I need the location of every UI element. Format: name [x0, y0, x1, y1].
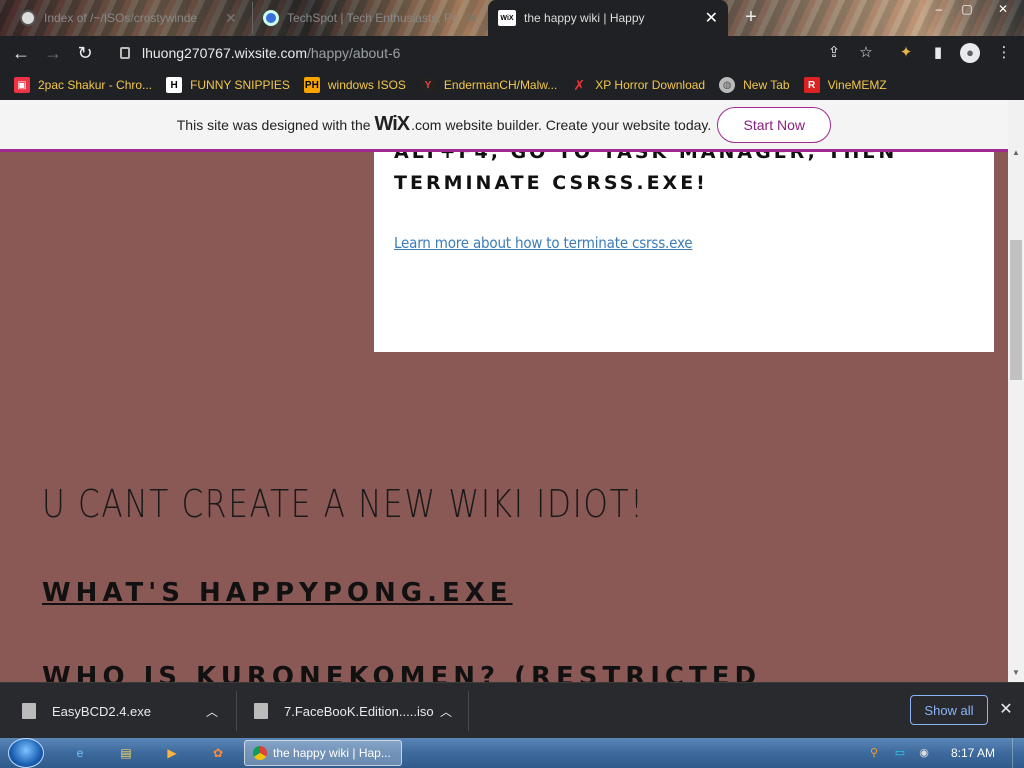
bookmark-label: EndermanCH/Malw... [443, 78, 558, 92]
bookmark-label: FUNNY SNIPPIES [190, 78, 290, 92]
bookmark-label: New Tab [743, 78, 790, 92]
bookmark-vinememz[interactable]: R VineMEMZ [803, 77, 887, 93]
download-filename: 7.FaceBooK.Edition.....iso [284, 703, 434, 719]
tab-title: Index of /~/ISOs/crostywinde [44, 11, 198, 25]
bookmark-x-icon: ✗ [573, 76, 586, 93]
chevron-up-icon[interactable]: ︿ [206, 703, 218, 720]
file-iso-icon [254, 703, 268, 719]
browser-toolbar: ← → ↻ lhuong270767.wixsite.com/happy/abo… [0, 36, 1024, 70]
page-heading-wiki: U CANT CREATE A NEW WIKI IDIOT! [42, 482, 645, 526]
tab-strip: Index of /~/ISOs/crostywinde ✕ TechSpot … [0, 0, 1024, 36]
tab-favicon-icon [263, 10, 279, 26]
start-now-button[interactable]: Start Now [717, 106, 832, 143]
tab-isos[interactable]: Index of /~/ISOs/crostywinde ✕ [10, 2, 250, 34]
tab-techspot[interactable]: TechSpot | Tech Enthusiasts, Po... ✕ [252, 2, 488, 34]
bookmark-label: XP Horror Download [595, 78, 706, 92]
address-bar[interactable]: lhuong270767.wixsite.com/happy/about-6 [108, 39, 884, 67]
scrollbar-thumb[interactable] [1010, 240, 1022, 380]
happypong-link[interactable]: WHAT'S HAPPYPONG.EXE [42, 578, 513, 608]
start-button[interactable] [8, 738, 44, 768]
download-item[interactable]: 7.FaceBooK.Edition.....iso ︿ [254, 683, 464, 739]
tab-close-icon[interactable]: ✕ [225, 10, 237, 27]
tray-search-icon[interactable]: ⚲ [866, 745, 882, 761]
url-path: /happy/about-6 [307, 45, 401, 61]
close-window-button[interactable]: ✕ [985, 0, 1021, 18]
bookmark-star-icon[interactable]: ☆ [856, 43, 876, 63]
divider [468, 691, 469, 731]
show-all-button[interactable]: Show all [910, 695, 988, 725]
bookmark-windows-isos[interactable]: PH windows ISOS [303, 77, 406, 93]
reload-button[interactable]: ↻ [72, 41, 98, 65]
windows-taskbar: e ▤ ▶ ✿ the happy wiki | Hap... ⚲ ▭ ◉ 8:… [0, 738, 1024, 768]
bookmark-2pac[interactable]: ▣ 2pac Shakur - Chro... [14, 77, 152, 93]
profile-avatar-icon[interactable]: ● [960, 43, 980, 63]
bookmark-y-icon: Y [419, 77, 436, 93]
bookmark-label: windows ISOS [327, 78, 406, 92]
download-filename: EasyBCD2.4.exe [52, 703, 151, 719]
bookmark-funny-snippies[interactable]: H FUNNY SNIPPIES [166, 77, 290, 93]
wix-banner-text-after: .com website builder. Create your websit… [411, 116, 712, 133]
bookmark-r-icon: R [803, 77, 820, 93]
chrome-icon [253, 746, 267, 760]
bookmark-label: VineMEMZ [827, 78, 887, 92]
tab-favicon-icon [20, 10, 36, 26]
wix-favicon-icon: WiX [498, 10, 516, 26]
tab-close-icon[interactable]: ✕ [705, 8, 718, 28]
bookmarks-bar: ▣ 2pac Shakur - Chro... H FUNNY SNIPPIES… [0, 70, 1024, 100]
bookmark-new-tab[interactable]: ◍ New Tab [719, 77, 790, 93]
scroll-up-arrow-icon[interactable]: ▲ [1008, 146, 1024, 160]
tab-title: the happy wiki | Happy [524, 11, 645, 25]
app-icon[interactable]: ✿ [206, 741, 230, 765]
bookmark-ph-icon: PH [303, 77, 320, 93]
divider [236, 691, 237, 731]
new-tab-button[interactable]: + [740, 6, 762, 28]
tab-close-icon[interactable]: ✕ [466, 10, 478, 27]
file-explorer-icon[interactable]: ▤ [114, 741, 138, 765]
wix-banner: This site was designed with the WiX .com… [0, 100, 1008, 152]
taskbar-clock[interactable]: 8:17 AM [940, 738, 1006, 768]
lock-icon[interactable] [120, 47, 130, 59]
card-line-2: TERMINATE CSRSS.EXE! [394, 172, 708, 194]
maximize-button[interactable]: ▢ [953, 0, 981, 18]
page-scrollbar[interactable]: ▲ ▼ [1008, 100, 1024, 682]
show-desktop-button[interactable] [1012, 738, 1024, 768]
tray-display-icon[interactable]: ▭ [892, 745, 908, 761]
globe-icon: ◍ [719, 77, 736, 93]
internet-explorer-icon[interactable]: e [68, 741, 92, 765]
taskbar-chrome-window[interactable]: the happy wiki | Hap... [244, 740, 402, 766]
share-icon[interactable]: ⇪ [824, 43, 844, 63]
terminate-csrss-link[interactable]: Learn more about how to terminate csrss.… [394, 234, 693, 252]
file-exe-icon [22, 703, 36, 719]
minimize-button[interactable]: – [925, 0, 953, 18]
side-panel-icon[interactable]: ▮ [928, 43, 948, 63]
wix-banner-text: This site was designed with the [176, 116, 371, 133]
wix-logo: WiX [374, 113, 411, 135]
download-bar: EasyBCD2.4.exe ︿ 7.FaceBooK.Edition.....… [0, 682, 1024, 738]
url-host: lhuong270767.wixsite.com [142, 45, 307, 61]
bookmark-h-icon: H [166, 77, 183, 93]
back-button[interactable]: ← [8, 41, 34, 65]
media-player-icon[interactable]: ▶ [160, 741, 184, 765]
bookmark-t-icon: ▣ [14, 77, 30, 93]
scroll-down-arrow-icon[interactable]: ▼ [1008, 666, 1024, 680]
taskbar-window-title: the happy wiki | Hap... [273, 746, 391, 760]
tab-title: TechSpot | Tech Enthusiasts, Po... [287, 11, 461, 25]
close-download-bar-icon[interactable]: ✕ [997, 699, 1015, 719]
forward-button[interactable]: → [40, 41, 66, 65]
chevron-up-icon[interactable]: ︿ [440, 703, 452, 720]
bookmark-xp-horror[interactable]: ✗ XP Horror Download [571, 77, 705, 93]
page-viewport: This site was designed with the WiX .com… [0, 100, 1008, 682]
menu-kebab-icon[interactable]: ⋮ [994, 43, 1014, 63]
bookmark-label: 2pac Shakur - Chro... [38, 78, 153, 92]
tab-happy-wiki[interactable]: WiX the happy wiki | Happy ✕ [488, 0, 728, 36]
download-item[interactable]: EasyBCD2.4.exe ︿ [22, 683, 232, 739]
kuronekomen-heading[interactable]: WHO IS KURONEKOMEN? (RESTRICTED [42, 662, 761, 682]
extensions-icon[interactable]: ✦ [896, 43, 916, 63]
tray-volume-icon[interactable]: ◉ [916, 745, 932, 761]
bookmark-endermanch[interactable]: Y EndermanCH/Malw... [419, 77, 558, 93]
